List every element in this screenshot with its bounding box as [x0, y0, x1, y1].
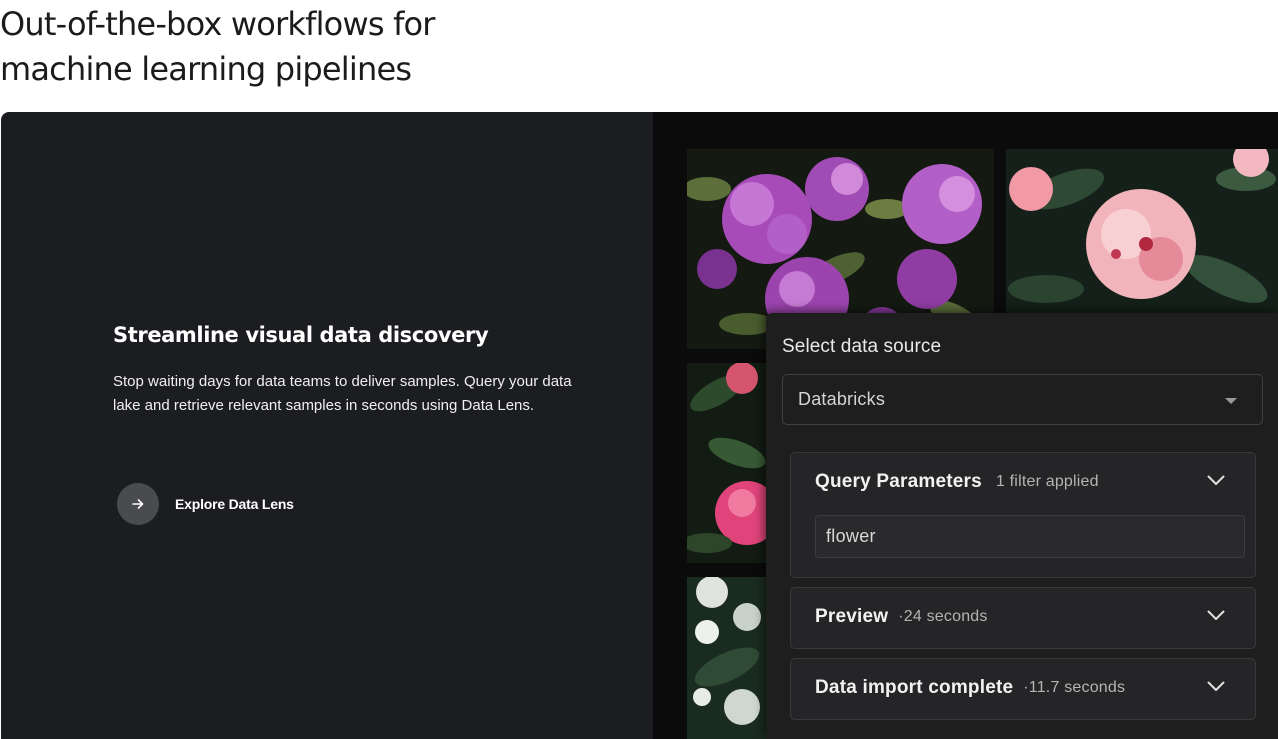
- data-import-section: Data import complete ·11.7 seconds: [790, 658, 1256, 720]
- arrow-right-icon: [132, 499, 144, 509]
- query-parameters-header[interactable]: Query Parameters 1 filter applied: [815, 453, 1231, 511]
- preview-section: Preview ·24 seconds: [790, 587, 1256, 649]
- page-heading: Out-of-the-box workflows for machine lea…: [0, 2, 620, 92]
- data-source-value: Databricks: [798, 389, 886, 409]
- caret-down-icon: [1225, 398, 1237, 404]
- page-heading-line-1: Out-of-the-box workflows for: [0, 5, 435, 43]
- query-parameters-filter-count: 1 filter applied: [995, 473, 1099, 490]
- data-import-title: Data import complete: [815, 677, 1014, 698]
- cta-label[interactable]: Explore Data Lens: [175, 496, 294, 512]
- feature-copy: Streamline visual data discovery Stop wa…: [113, 320, 583, 418]
- cta-circle[interactable]: [117, 483, 159, 525]
- data-import-duration: ·11.7 seconds: [1023, 679, 1126, 696]
- query-parameters-section: Query Parameters 1 filter applied: [790, 452, 1256, 578]
- chevron-down-icon[interactable]: [1207, 475, 1225, 486]
- data-import-header[interactable]: Data import complete ·11.7 seconds: [815, 659, 1231, 717]
- feature-description: Stop waiting days for data teams to deli…: [113, 373, 572, 414]
- data-source-label: Select data source: [782, 336, 942, 357]
- chevron-down-icon[interactable]: [1207, 681, 1225, 692]
- page-heading-line-2: machine learning pipelines: [0, 50, 412, 88]
- gallery-image-rose-flowers[interactable]: [687, 363, 767, 563]
- gallery-image-white-flowers[interactable]: [687, 577, 767, 739]
- preview-header[interactable]: Preview ·24 seconds: [815, 588, 1231, 646]
- feature-title: Streamline visual data discovery: [113, 323, 489, 347]
- gallery-image-pink-flowers[interactable]: [1006, 149, 1278, 314]
- query-input[interactable]: [815, 515, 1245, 558]
- preview-title: Preview: [815, 606, 889, 627]
- data-source-select[interactable]: Databricks: [782, 374, 1263, 425]
- explore-data-lens-link[interactable]: Explore Data Lens: [117, 483, 294, 525]
- preview-duration: ·24 seconds: [898, 608, 988, 625]
- data-source-panel: Select data source Databricks Query Para…: [766, 313, 1278, 739]
- chevron-down-icon[interactable]: [1207, 610, 1225, 621]
- query-parameters-title: Query Parameters: [815, 471, 982, 492]
